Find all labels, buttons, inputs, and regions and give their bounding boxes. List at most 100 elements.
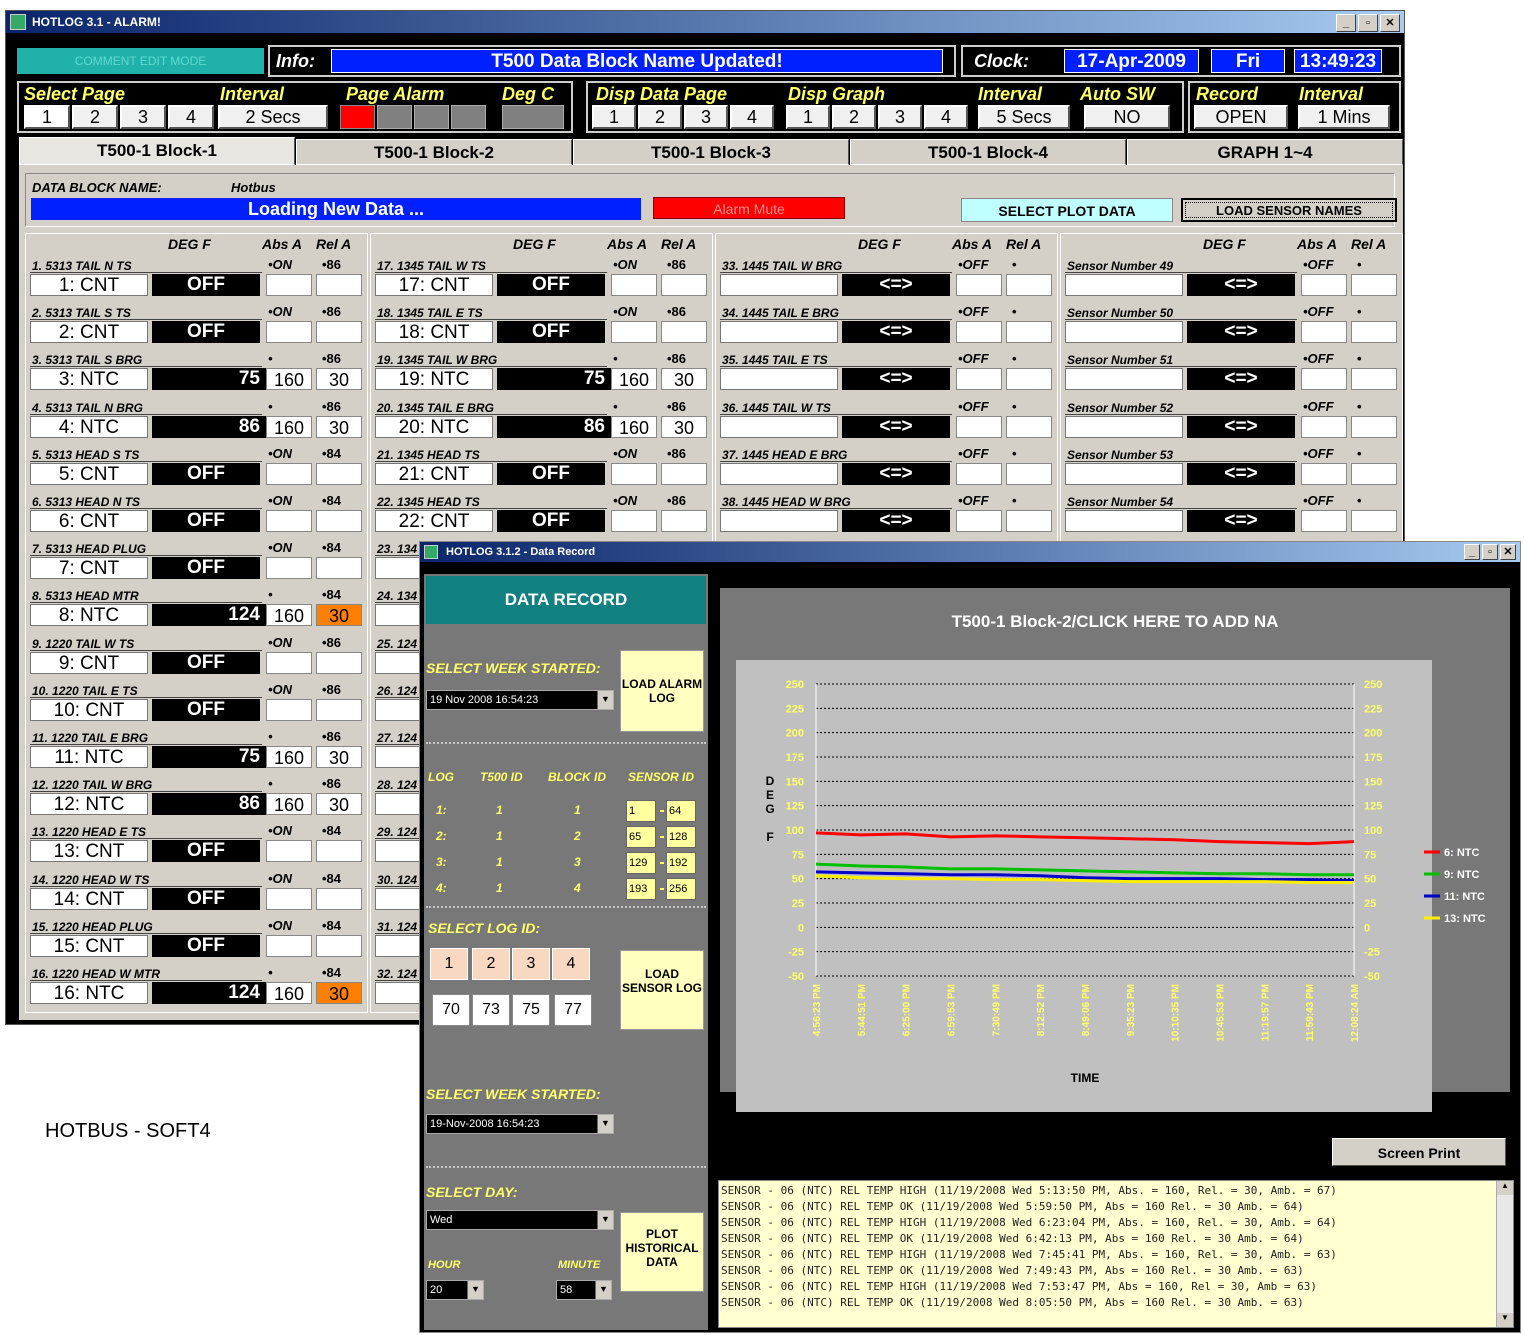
- tab-block-2[interactable]: T500-1 Block-2: [296, 139, 572, 165]
- rel-alarm-value[interactable]: [316, 274, 362, 296]
- sensor-row[interactable]: 22. 1345 HEAD TS •ON •86 22: CNT OFF: [375, 492, 710, 536]
- rel-alarm-value[interactable]: [661, 321, 707, 344]
- rel-alarm-value[interactable]: [316, 321, 362, 344]
- sensor-row[interactable]: 18. 1345 TAIL E TS •ON •86 18: CNT OFF: [375, 303, 710, 347]
- abs-alarm-value[interactable]: [956, 321, 1002, 344]
- disp-page-button-2[interactable]: 2: [638, 105, 682, 129]
- rel-alarm-value[interactable]: [661, 462, 707, 485]
- sensor-row[interactable]: 1. 5313 TAIL N TS •ON •86 1: CNT OFF: [30, 256, 365, 300]
- minute-select[interactable]: 58 ▼: [556, 1280, 612, 1300]
- abs-alarm-value[interactable]: 160: [266, 604, 312, 627]
- page-button-3[interactable]: 3: [120, 105, 166, 129]
- record-minimize-icon[interactable]: _: [1464, 544, 1480, 560]
- disp-graph-button-3[interactable]: 3: [878, 105, 922, 129]
- sensor-row[interactable]: 8. 5313 HEAD MTR • •84 8: NTC 124 160 30: [30, 586, 365, 630]
- rel-alarm-value[interactable]: 30: [316, 604, 362, 627]
- load-alarm-log-button[interactable]: LOAD ALARM LOG: [620, 650, 704, 732]
- abs-alarm-value[interactable]: [266, 840, 312, 863]
- hour-select[interactable]: 20 ▼: [426, 1280, 484, 1300]
- rel-alarm-value[interactable]: [1006, 321, 1052, 344]
- rel-alarm-value[interactable]: [316, 934, 362, 957]
- log-id-button-1[interactable]: 1: [430, 948, 468, 980]
- log-sensor-end[interactable]: 64: [666, 800, 696, 822]
- rel-alarm-value[interactable]: [316, 462, 362, 485]
- sensor-row[interactable]: 13. 1220 HEAD E TS •ON •84 13: CNT OFF: [30, 822, 365, 866]
- abs-alarm-value[interactable]: [1301, 321, 1347, 344]
- log-line[interactable]: SENSOR - 06 (NTC) REL TEMP HIGH (11/19/2…: [721, 1279, 1493, 1295]
- abs-alarm-value[interactable]: 160: [266, 793, 312, 816]
- sensor-row[interactable]: 21. 1345 HEAD TS •ON •86 21: CNT OFF: [375, 445, 710, 489]
- sensor-row[interactable]: 4. 5313 TAIL N BRG • •86 4: NTC 86 160 30: [30, 398, 365, 442]
- sensor-row[interactable]: 10. 1220 TAIL E TS •ON •86 10: CNT OFF: [30, 681, 365, 725]
- disp-page-button-4[interactable]: 4: [730, 105, 774, 129]
- day-select[interactable]: Wed ▼: [426, 1210, 614, 1230]
- log-sensor-end[interactable]: 192: [666, 852, 696, 874]
- sensor-row[interactable]: 37. 1445 HEAD E BRG •OFF • <=>: [720, 445, 1055, 489]
- log-id-button-3[interactable]: 3: [512, 948, 550, 980]
- rel-alarm-value[interactable]: [1351, 462, 1397, 485]
- log-sensor-end[interactable]: 128: [666, 826, 696, 848]
- scroll-down-icon[interactable]: ▼: [1497, 1313, 1513, 1327]
- rel-alarm-value[interactable]: [661, 274, 707, 296]
- log-sensor-start[interactable]: 65: [626, 826, 656, 848]
- abs-alarm-value[interactable]: [611, 462, 657, 485]
- sensor-row[interactable]: 5. 5313 HEAD S TS •ON •84 5: CNT OFF: [30, 445, 365, 489]
- abs-alarm-value[interactable]: [1301, 274, 1347, 296]
- rel-alarm-value[interactable]: 30: [316, 746, 362, 768]
- sensor-row[interactable]: 3. 5313 TAIL S BRG • •86 3: NTC 75 160 30: [30, 350, 365, 394]
- scroll-up-icon[interactable]: ▲: [1497, 1181, 1513, 1195]
- sensor-row[interactable]: Sensor Number 52 •OFF • <=>: [1065, 398, 1400, 442]
- log-sensor-end[interactable]: 256: [666, 878, 696, 900]
- record-toggle[interactable]: OPEN: [1194, 105, 1288, 129]
- sensor-row[interactable]: 38. 1445 HEAD W BRG •OFF • <=>: [720, 492, 1055, 536]
- abs-alarm-value[interactable]: [956, 274, 1002, 296]
- abs-alarm-value[interactable]: [266, 274, 312, 296]
- sensor-row[interactable]: 35. 1445 TAIL E TS •OFF • <=>: [720, 350, 1055, 394]
- rel-alarm-value[interactable]: [1006, 510, 1052, 532]
- rel-alarm-value[interactable]: 30: [316, 982, 362, 1004]
- alarm-mute-button[interactable]: Alarm Mute: [653, 197, 845, 219]
- abs-alarm-value[interactable]: [956, 415, 1002, 438]
- log-line[interactable]: SENSOR - 06 (NTC) REL TEMP OK (11/19/200…: [721, 1199, 1493, 1215]
- log-line[interactable]: SENSOR - 06 (NTC) REL TEMP OK (11/19/200…: [721, 1295, 1493, 1311]
- abs-alarm-value[interactable]: [266, 887, 312, 910]
- log-line[interactable]: SENSOR - 06 (NTC) REL TEMP HIGH (11/19/2…: [721, 1215, 1493, 1231]
- abs-alarm-value[interactable]: [956, 462, 1002, 485]
- rel-alarm-value[interactable]: [316, 651, 362, 674]
- rel-alarm-value[interactable]: [1006, 415, 1052, 438]
- abs-alarm-value[interactable]: 160: [611, 368, 657, 391]
- deg-c-toggle[interactable]: [502, 105, 564, 129]
- log-line[interactable]: SENSOR - 06 (NTC) REL TEMP OK (11/19/200…: [721, 1231, 1493, 1247]
- abs-alarm-value[interactable]: [956, 368, 1002, 391]
- record-maximize-icon[interactable]: ▫: [1482, 544, 1498, 560]
- rel-alarm-value[interactable]: [1006, 274, 1052, 296]
- tab-graph[interactable]: GRAPH 1~4: [1127, 139, 1403, 165]
- select-plot-data-button[interactable]: SELECT PLOT DATA: [961, 198, 1173, 222]
- abs-alarm-value[interactable]: [266, 321, 312, 344]
- rel-alarm-value[interactable]: [316, 887, 362, 910]
- log-sensor-start[interactable]: 1: [626, 800, 656, 822]
- abs-alarm-value[interactable]: [266, 462, 312, 485]
- log-sensor-start[interactable]: 129: [626, 852, 656, 874]
- load-sensor-log-button[interactable]: LOAD SENSOR LOG: [620, 950, 704, 1030]
- screen-print-button[interactable]: Screen Print: [1332, 1138, 1506, 1166]
- comment-edit-button[interactable]: COMMENT EDIT MODE: [17, 48, 264, 74]
- log-line[interactable]: SENSOR - 06 (NTC) REL TEMP HIGH (11/19/2…: [721, 1247, 1493, 1263]
- sensor-row[interactable]: Sensor Number 53 •OFF • <=>: [1065, 445, 1400, 489]
- rel-alarm-value[interactable]: [1351, 368, 1397, 391]
- sensor-row[interactable]: 16. 1220 HEAD W MTR • •84 16: NTC 124 160 30: [30, 964, 365, 1008]
- disp-graph-button-2[interactable]: 2: [832, 105, 876, 129]
- disp-page-button-1[interactable]: 1: [592, 105, 636, 129]
- sensor-row[interactable]: 9. 1220 TAIL W TS •ON •86 9: CNT OFF: [30, 634, 365, 678]
- disp-page-button-3[interactable]: 3: [684, 105, 728, 129]
- abs-alarm-value[interactable]: [1301, 462, 1347, 485]
- page-button-1[interactable]: 1: [24, 105, 70, 129]
- abs-alarm-value[interactable]: [611, 510, 657, 532]
- abs-alarm-value[interactable]: 160: [611, 415, 657, 438]
- rel-alarm-value[interactable]: 30: [661, 415, 707, 438]
- interval3-select[interactable]: 1 Mins: [1298, 105, 1390, 129]
- tab-block-4[interactable]: T500-1 Block-4: [850, 139, 1126, 165]
- log-id-button-2[interactable]: 2: [472, 948, 510, 980]
- sensor-row[interactable]: 12. 1220 TAIL W BRG • •86 12: NTC 86 160 30: [30, 775, 365, 819]
- abs-alarm-value[interactable]: [1301, 368, 1347, 391]
